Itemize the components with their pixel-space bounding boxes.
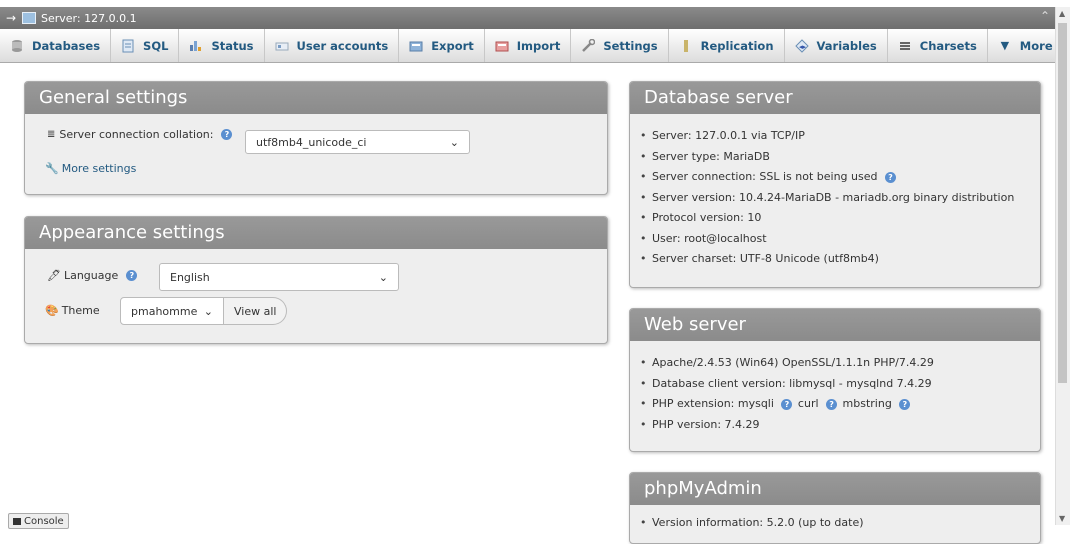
tab-label: Charsets [919, 38, 977, 53]
theme-select[interactable]: pmahomme ⌄ [120, 297, 224, 325]
database-server-list: Server: 127.0.0.1 via TCP/IP Server type… [630, 114, 1040, 270]
chevron-down-icon: ⌄ [378, 270, 388, 284]
charsets-icon [898, 39, 912, 53]
chevron-down-icon: ⌄ [449, 135, 459, 149]
language-icon: 🖊 [47, 269, 61, 282]
view-all-button[interactable]: View all [224, 297, 288, 325]
info-icon[interactable]: ? [126, 270, 138, 281]
wrench-icon [581, 38, 596, 53]
tab-charsets[interactable]: Charsets [888, 29, 988, 62]
tab-replication[interactable]: Replication [669, 29, 785, 62]
language-value: English [170, 270, 210, 284]
scrollbar-thumb[interactable] [1058, 23, 1067, 383]
info-icon[interactable]: ? [221, 129, 233, 140]
panel-title: Database server [630, 82, 1040, 114]
export-icon [409, 39, 423, 53]
list-item: PHP extension: mysqli ? curl ? mbstring … [640, 394, 1040, 415]
arrow-right-icon[interactable]: → [0, 11, 22, 25]
tab-label: Export [431, 38, 474, 53]
list-item: Database client version: libmysql - mysq… [640, 374, 1040, 395]
database-icon [10, 39, 24, 53]
panel-title: General settings [25, 82, 607, 114]
theme-icon: 🎨 [45, 304, 59, 317]
page-scrollbar[interactable]: ▲ ▼ [1055, 7, 1070, 525]
tab-status[interactable]: Status [179, 29, 265, 62]
list-item: Server charset: UTF-8 Unicode (utf8mb4) [640, 249, 1040, 270]
panel-title: Appearance settings [25, 217, 607, 249]
tab-variables[interactable]: ◂▸ Variables [785, 29, 888, 62]
tab-label: Settings [603, 38, 658, 53]
list-icon: ≣ [47, 129, 56, 140]
theme-label: Theme [61, 304, 100, 317]
panel-title: Web server [630, 309, 1040, 341]
appearance-settings-panel: Appearance settings 🖊 Language ? English… [24, 216, 608, 344]
list-item: PHP version: 7.4.29 [640, 415, 1040, 436]
breadcrumb-server-link[interactable]: Server: 127.0.0.1 [41, 12, 137, 25]
chevron-down-icon: ⌄ [203, 304, 213, 318]
console-toggle[interactable]: Console [8, 513, 69, 529]
svg-text:◂▸: ◂▸ [799, 43, 807, 51]
web-server-panel: Web server Apache/2.4.53 (Win64) OpenSSL… [629, 308, 1041, 452]
console-icon [13, 517, 21, 525]
info-icon[interactable]: ? [826, 399, 838, 410]
tab-label: Variables [816, 38, 877, 53]
scroll-up-icon[interactable]: ▲ [1059, 9, 1065, 18]
info-icon[interactable]: ? [884, 172, 896, 183]
database-server-panel: Database server Server: 127.0.0.1 via TC… [629, 81, 1041, 288]
phpmyadmin-list: Version information: 5.2.0 (up to date) [630, 505, 1040, 534]
tab-import[interactable]: Import [485, 29, 572, 62]
tab-label: Import [516, 38, 561, 53]
tab-databases[interactable]: Databases [0, 29, 112, 62]
scroll-down-icon[interactable]: ▼ [1059, 514, 1065, 523]
users-icon [275, 39, 289, 53]
web-server-list: Apache/2.4.53 (Win64) OpenSSL/1.1.1n PHP… [630, 341, 1040, 435]
php-ext-label: PHP extension: mysqli [652, 397, 774, 410]
tab-label: User accounts [296, 38, 389, 53]
ssl-text: Server connection: SSL is not being used [652, 170, 878, 183]
collation-value: utf8mb4_unicode_ci [256, 135, 367, 149]
import-icon [495, 39, 509, 53]
list-item: Server connection: SSL is not being used… [640, 167, 1040, 188]
status-icon [189, 39, 203, 53]
collapse-icon[interactable]: ⌃ [1040, 9, 1050, 23]
sql-icon [121, 39, 135, 53]
collation-label: Server connection collation: [59, 128, 214, 141]
variables-icon: ◂▸ [794, 38, 809, 53]
view-all-label: View all [234, 304, 277, 318]
list-item: Apache/2.4.53 (Win64) OpenSSL/1.1.1n PHP… [640, 353, 1040, 374]
tab-label: Databases [32, 38, 101, 53]
replication-icon [679, 39, 693, 53]
list-item: Protocol version: 10 [640, 208, 1040, 229]
tab-user-accounts[interactable]: User accounts [265, 29, 400, 62]
php-ext-mbstring: mbstring [842, 397, 892, 410]
theme-value: pmahomme [131, 304, 198, 318]
tab-sql[interactable]: SQL [111, 29, 180, 62]
caret-down-icon: ▼ [1000, 39, 1010, 52]
language-label: Language [63, 269, 119, 282]
server-icon [22, 12, 36, 24]
tab-settings[interactable]: Settings [571, 29, 669, 62]
panel-title: phpMyAdmin [630, 473, 1040, 505]
tab-label: More [1019, 38, 1053, 53]
list-item: User: root@localhost [640, 229, 1040, 250]
list-item: Version information: 5.2.0 (up to date) [640, 513, 1040, 534]
tab-export[interactable]: Export [399, 29, 485, 62]
tab-label: Status [211, 38, 254, 53]
wrench-icon: 🔧 [45, 162, 59, 175]
phpmyadmin-panel: phpMyAdmin Version information: 5.2.0 (u… [629, 472, 1041, 544]
breadcrumb: → Server: 127.0.0.1 ⌃ [0, 7, 1056, 29]
tab-label: SQL [143, 38, 169, 53]
top-menu: Databases SQL Status User accounts Expor… [0, 29, 1056, 63]
list-item: Server type: MariaDB [640, 147, 1040, 168]
tab-label: Replication [700, 38, 774, 53]
php-ext-curl: curl [797, 397, 819, 410]
general-settings-panel: General settings ≣ Server connection col… [24, 81, 608, 195]
list-item: Server: 127.0.0.1 via TCP/IP [640, 126, 1040, 147]
language-select[interactable]: English ⌄ [159, 263, 399, 291]
info-icon[interactable]: ? [899, 399, 911, 410]
more-settings-link[interactable]: More settings [62, 162, 137, 175]
collation-select[interactable]: utf8mb4_unicode_ci ⌄ [245, 130, 470, 154]
info-icon[interactable]: ? [781, 399, 793, 410]
list-item: Server version: 10.4.24-MariaDB - mariad… [640, 188, 1040, 209]
